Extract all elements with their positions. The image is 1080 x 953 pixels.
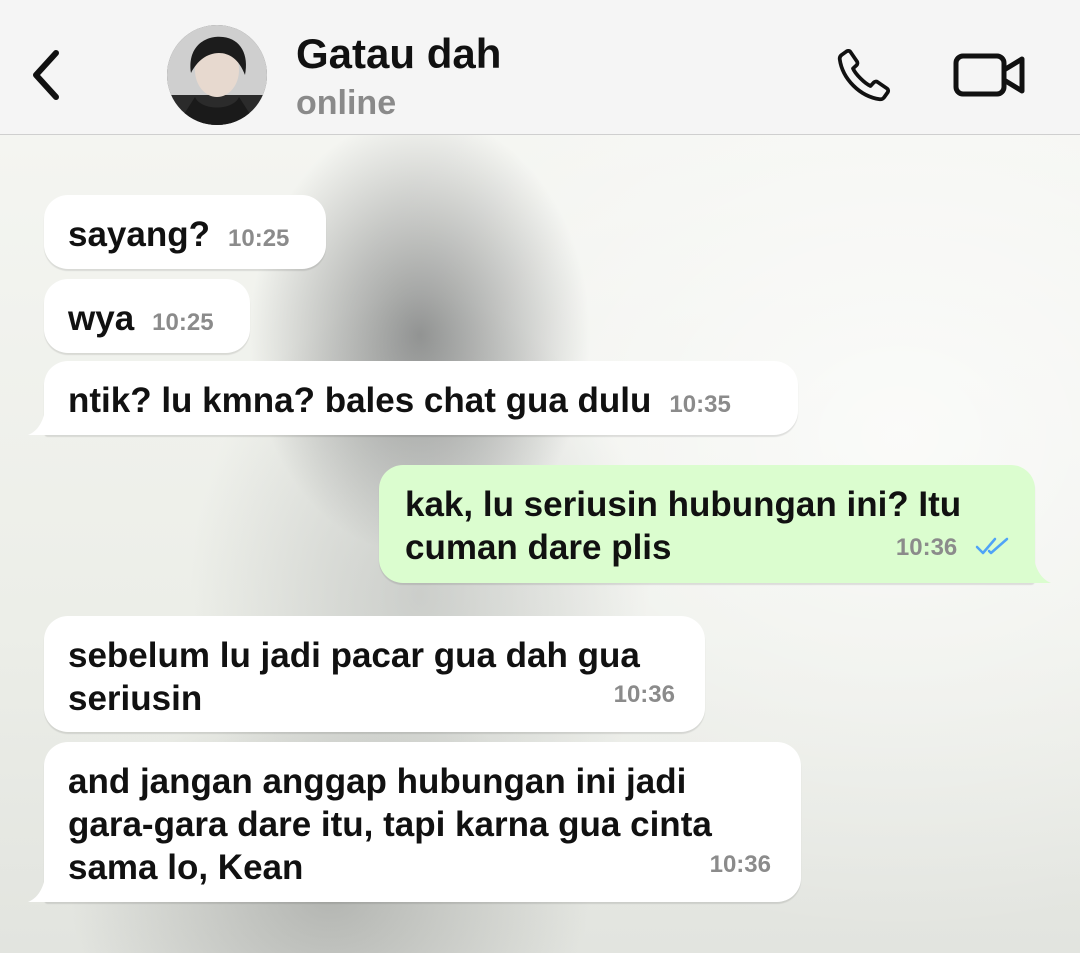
- double-check-icon: [975, 537, 1009, 554]
- video-camera-icon: [953, 53, 1025, 97]
- message-bubble-incoming[interactable]: and jangan anggap hubungan ini jadi gara…: [28, 742, 801, 902]
- message-list[interactable]: sayang? 10:25 wya 10:25 ntik? lu kmna? bal…: [0, 135, 1080, 953]
- message-bubble-incoming[interactable]: sebelum lu jadi pacar gua dah gua serius…: [44, 616, 705, 732]
- message-text: sayang?: [68, 215, 210, 254]
- contact-avatar[interactable]: [167, 25, 267, 125]
- chevron-left-icon: [33, 50, 59, 100]
- message-text: wya: [68, 299, 135, 338]
- message-bubble-incoming[interactable]: wya 10:25: [44, 279, 250, 353]
- message-time: 10:35: [669, 391, 731, 418]
- message-text: and jangan anggap hubungan ini jadi gara…: [68, 762, 712, 887]
- contact-status: online: [296, 84, 397, 122]
- message-text: ntik? lu kmna? bales chat gua dulu: [68, 381, 652, 420]
- message-text: sebelum lu jadi pacar gua dah gua serius…: [68, 636, 640, 718]
- voice-call-button[interactable]: [826, 38, 902, 112]
- chat-header: Gatau dah online: [0, 0, 1080, 135]
- message-time: 10:36: [895, 534, 958, 561]
- message-time: 10:25: [152, 309, 214, 336]
- back-button[interactable]: [18, 38, 74, 112]
- message-time: 10:36: [613, 681, 675, 708]
- message-bubble-incoming[interactable]: sayang? 10:25: [44, 195, 326, 269]
- video-call-button[interactable]: [944, 38, 1036, 112]
- bubble-tail: [28, 405, 62, 435]
- phone-icon: [837, 48, 891, 102]
- message-time: 10:36: [709, 851, 771, 878]
- message-time: 10:25: [228, 225, 290, 252]
- message-bubble-outgoing[interactable]: kak, lu seriusin hubungan ini? Itu cuman…: [379, 465, 1051, 583]
- avatar-photo: [167, 25, 267, 125]
- message-meta: 10:36: [896, 522, 1011, 569]
- bubble-tail: [28, 872, 62, 902]
- contact-name[interactable]: Gatau dah: [296, 30, 501, 78]
- bubble-tail: [1017, 553, 1051, 583]
- message-bubble-incoming[interactable]: ntik? lu kmna? bales chat gua dulu 10:35: [28, 361, 798, 435]
